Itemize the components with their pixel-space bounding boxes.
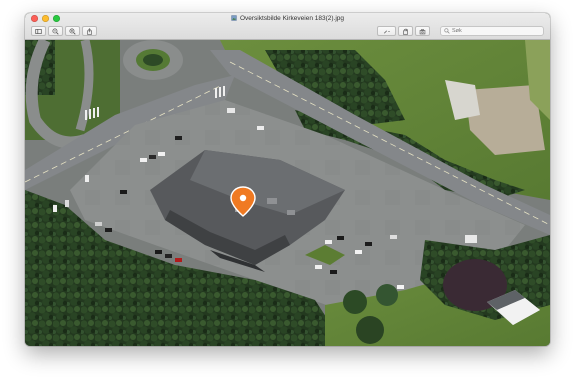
- zoom-in-button[interactable]: [65, 26, 80, 36]
- aerial-photo: [25, 40, 550, 346]
- rotate-icon: [403, 28, 408, 35]
- window-title-bar: Oversiktsbilde Kirkeveien 183(2).jpg: [25, 14, 550, 23]
- window-title: Oversiktsbilde Kirkeveien 183(2).jpg: [239, 15, 345, 22]
- toolbox-button[interactable]: [415, 26, 430, 36]
- search-input[interactable]: [450, 27, 542, 35]
- share-icon: [87, 27, 92, 35]
- zoom-out-icon: [52, 27, 59, 35]
- document-icon: [231, 15, 237, 21]
- toolbox-icon: [419, 28, 426, 34]
- sidebar-icon: [35, 28, 42, 34]
- rotate-button[interactable]: [398, 26, 413, 36]
- zoom-out-button[interactable]: [48, 26, 63, 36]
- zoom-in-icon: [69, 27, 76, 35]
- view-controls: [31, 26, 99, 36]
- sidebar-button[interactable]: [31, 26, 46, 36]
- edit-controls: [377, 26, 432, 36]
- share-button[interactable]: [82, 26, 97, 36]
- search-field[interactable]: [440, 26, 544, 36]
- toolbar: Oversiktsbilde Kirkeveien 183(2).jpg: [25, 13, 550, 40]
- preview-window: Oversiktsbilde Kirkeveien 183(2).jpg: [25, 13, 550, 346]
- markup-icon: [384, 30, 390, 33]
- markup-button[interactable]: [377, 26, 396, 36]
